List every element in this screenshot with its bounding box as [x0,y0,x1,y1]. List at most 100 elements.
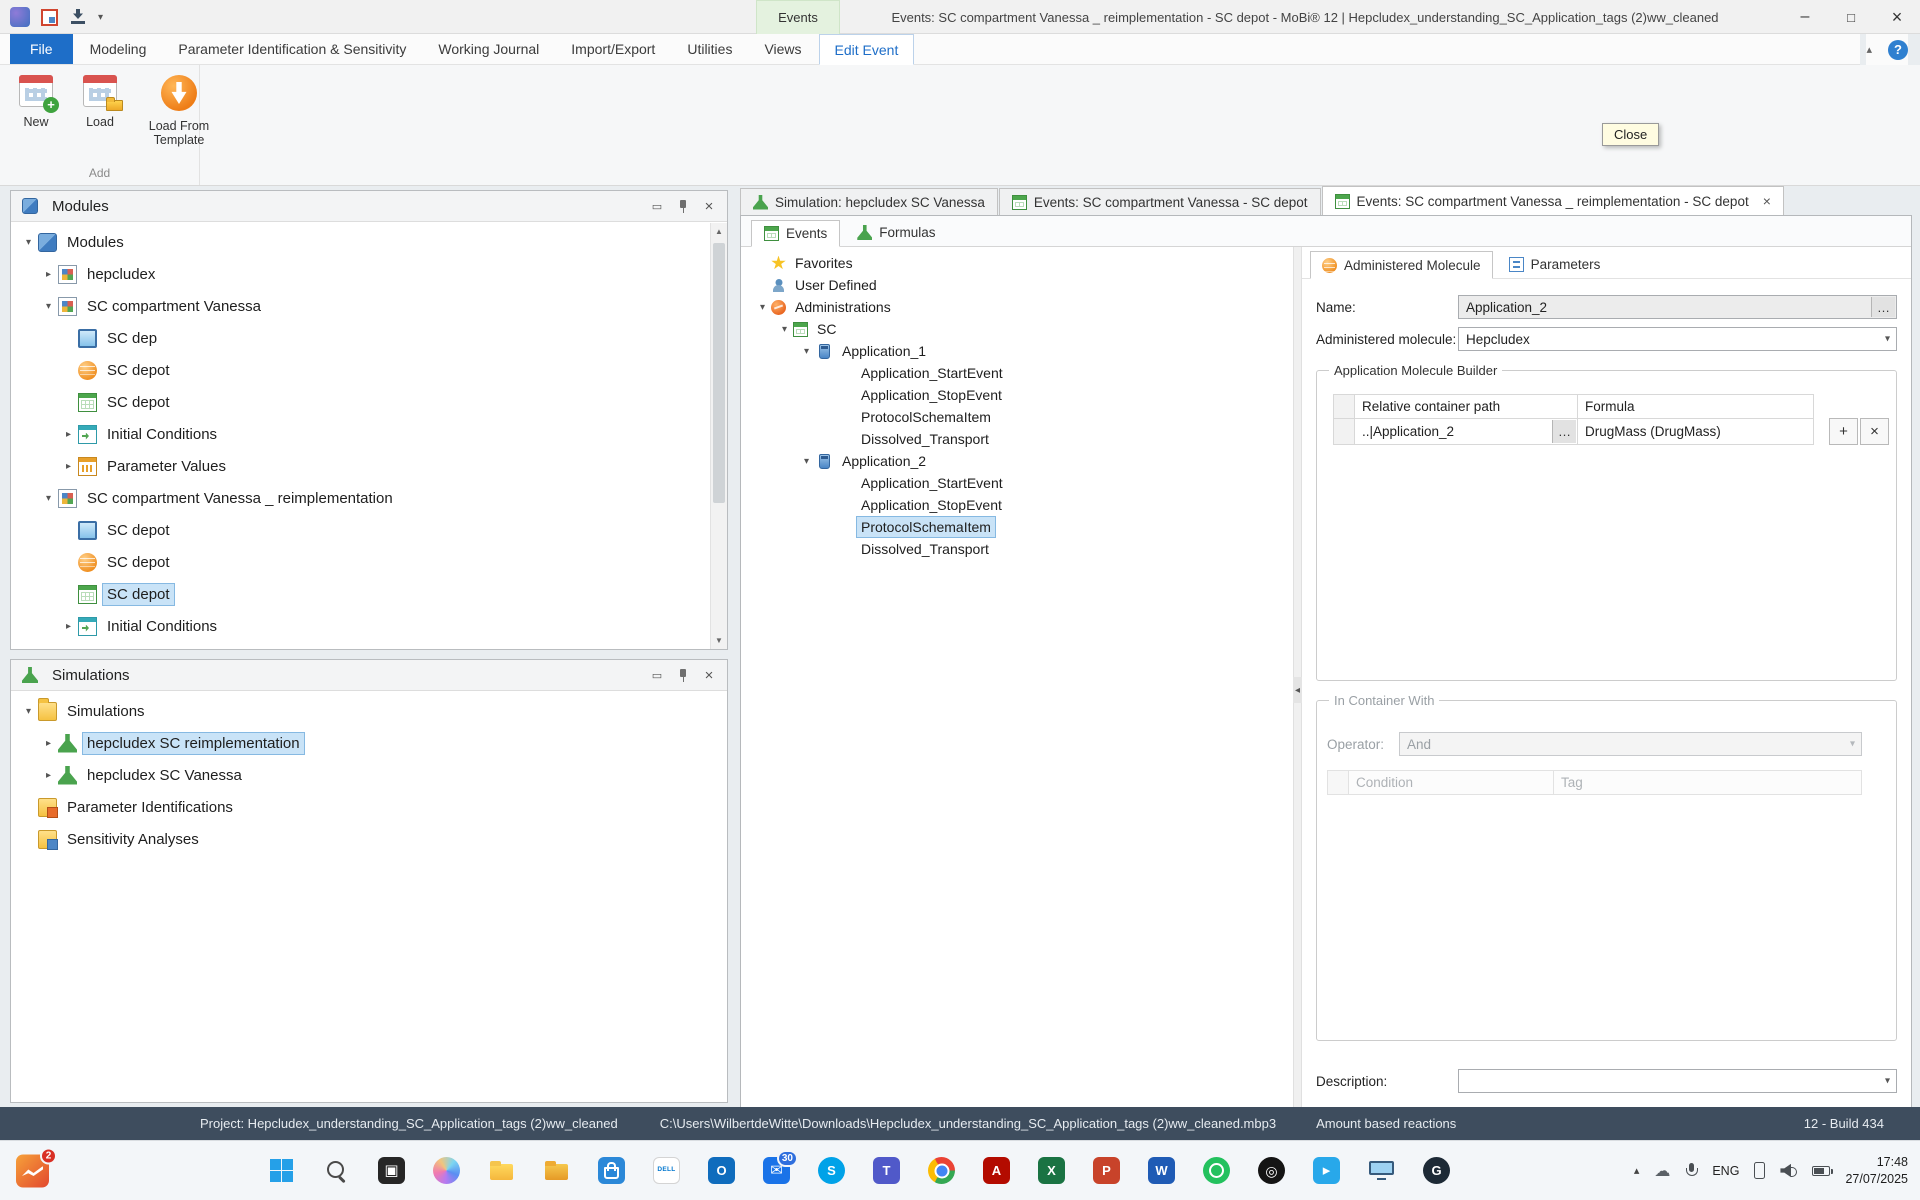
ribbon-tab[interactable]: Views [749,34,816,64]
tree-row[interactable]: SC depot [11,386,727,418]
vertical-scrollbar[interactable] [710,223,727,649]
tree-row[interactable]: Application_StartEvent [745,362,1290,384]
taskbar-icon-excel[interactable]: X [1038,1157,1065,1184]
expander-icon[interactable]: ▸ [61,429,76,440]
taskbar-icon-start[interactable] [268,1157,295,1184]
tree-row[interactable]: ▸ Parameter Values [11,450,727,482]
save-icon[interactable] [69,8,87,26]
taskbar-icon-project-folder[interactable] [543,1157,570,1184]
tree-row[interactable]: Application_StopEvent [745,384,1290,406]
load-button[interactable]: Load [72,71,128,129]
clock[interactable]: 17:48 27/07/2025 [1845,1154,1908,1187]
load-from-template-button[interactable]: Load From Template [136,71,222,148]
phone-link-icon[interactable] [1754,1162,1766,1179]
taskbar-icon-outlook[interactable]: O [708,1157,735,1184]
tree-row[interactable]: ▸ Initial Conditions [11,418,727,450]
expander-icon[interactable]: ▸ [41,269,56,280]
expander-icon[interactable]: ▾ [799,346,814,357]
tree-row[interactable]: ▾ SC compartment Vanessa [11,290,727,322]
tree-row[interactable]: ▸ hepcludex [11,258,727,290]
splitter[interactable] [1293,247,1302,1107]
ribbon-tab[interactable]: Utilities [672,34,747,64]
taskbar-icon-search[interactable] [323,1157,350,1184]
expander-icon[interactable]: ▸ [61,461,76,472]
expander-icon[interactable]: ▾ [799,456,814,467]
ellipsis-button[interactable]: … [1871,297,1895,317]
editor-tab[interactable]: Events [751,220,841,247]
taskbar-icon-store[interactable] [598,1157,625,1184]
taskbar-icon-mail[interactable]: ✉ 30 [763,1150,798,1184]
tree-row[interactable]: Favorites [745,252,1290,274]
tree-row[interactable]: SC depot [11,546,727,578]
scroll-up-icon[interactable] [711,223,727,240]
ribbon-tab[interactable]: Parameter Identification & Sensitivity [163,34,421,64]
taskbar-icon-copilot[interactable] [433,1157,460,1184]
expander-icon[interactable]: ▾ [21,706,36,717]
taskbar-icon-task-view[interactable]: ▣ [378,1157,405,1184]
expander-icon[interactable]: ▾ [41,493,56,504]
expander-icon[interactable]: ▾ [21,237,36,248]
tray-expand-icon[interactable] [1634,1164,1640,1177]
formula-cell[interactable]: DrugMass (DrugMass) [1577,418,1814,445]
widgets-button[interactable]: 2 [16,1147,57,1187]
document-tab[interactable]: Events: SC compartment Vanessa _ reimple… [1321,186,1784,215]
tree-row[interactable]: SC dep [11,322,727,354]
tree-row[interactable]: ProtocolSchemaItem [745,516,1290,538]
new-button[interactable]: New [8,71,64,129]
open-project-icon[interactable] [41,8,58,26]
close-panel-icon[interactable] [700,197,718,215]
tree-row[interactable]: Dissolved_Transport [745,428,1290,450]
tree-row[interactable]: Dissolved_Transport [745,538,1290,560]
administered-molecule-select[interactable]: Hepcludex [1458,327,1897,351]
tree-row[interactable]: ▸ hepcludex SC Vanessa [11,759,727,791]
add-row-button[interactable]: + [1829,418,1858,445]
expander-icon[interactable]: ▾ [41,301,56,312]
ellipsis-button[interactable]: … [1552,420,1576,443]
taskbar-icon-whatsapp[interactable] [1203,1157,1230,1184]
expander-icon[interactable]: ▸ [41,738,56,749]
taskbar-icon-g-app[interactable]: G [1423,1157,1450,1184]
container-path-cell[interactable]: ..|Application_2 … [1354,418,1578,445]
ribbon-tab[interactable]: Modeling [75,34,162,64]
ribbon-tab-file[interactable]: File [10,34,73,64]
scrollbar-thumb[interactable] [713,243,725,503]
tree-row[interactable]: SC depot [11,354,727,386]
tree-row[interactable]: ▾ Administrations [745,296,1290,318]
tab-close-icon[interactable] [1763,193,1771,209]
tree-row[interactable]: SC depot [11,578,727,610]
remove-row-button[interactable]: × [1860,418,1889,445]
collapse-ribbon-icon[interactable] [1866,43,1872,56]
close-panel-icon[interactable] [700,666,718,684]
help-icon[interactable] [1888,39,1908,60]
tree-row[interactable]: Parameter Identifications [11,791,727,823]
tree-row[interactable]: ▾ Application_2 [745,450,1290,472]
column-header-formula[interactable]: Formula [1577,394,1814,419]
taskbar-icon-chrome[interactable] [928,1157,955,1184]
pin-icon[interactable] [674,197,692,215]
taskbar-icon-teams[interactable]: T [873,1157,900,1184]
volume-icon[interactable] [1780,1164,1798,1178]
language-indicator[interactable]: ENG [1712,1164,1739,1178]
scroll-down-icon[interactable] [711,632,727,649]
tree-row[interactable]: ▾ SC compartment Vanessa _ reimplementat… [11,482,727,514]
maximize-button[interactable] [1828,0,1874,34]
tree-row[interactable]: ▾ SC [745,318,1290,340]
tree-row[interactable]: Application_StartEvent [745,472,1290,494]
column-header-relative-container-path[interactable]: Relative container path [1354,394,1578,419]
qat-customize-chevron-icon[interactable] [98,12,103,23]
ribbon-tab[interactable]: Edit Event [818,34,915,65]
taskbar-icon-word[interactable]: W [1148,1157,1175,1184]
description-field[interactable] [1458,1069,1897,1093]
microphone-icon[interactable] [1685,1162,1699,1179]
taskbar-icon-explorer[interactable] [488,1157,515,1184]
tree-row[interactable]: ▸ hepcludex SC reimplementation [11,727,727,759]
tree-row[interactable]: ▸ Initial Conditions [11,610,727,642]
expander-icon[interactable]: ▾ [755,302,770,313]
restore-panel-icon[interactable] [648,197,666,215]
taskbar-icon-display[interactable] [1368,1157,1395,1184]
tree-row[interactable]: Application_StopEvent [745,494,1290,516]
tree-row[interactable]: ProtocolSchemaItem [745,406,1290,428]
properties-tab[interactable]: Administered Molecule [1310,251,1493,279]
taskbar-icon-acrobat[interactable]: A [983,1157,1010,1184]
taskbar-icon-powerpoint[interactable]: P [1093,1157,1120,1184]
